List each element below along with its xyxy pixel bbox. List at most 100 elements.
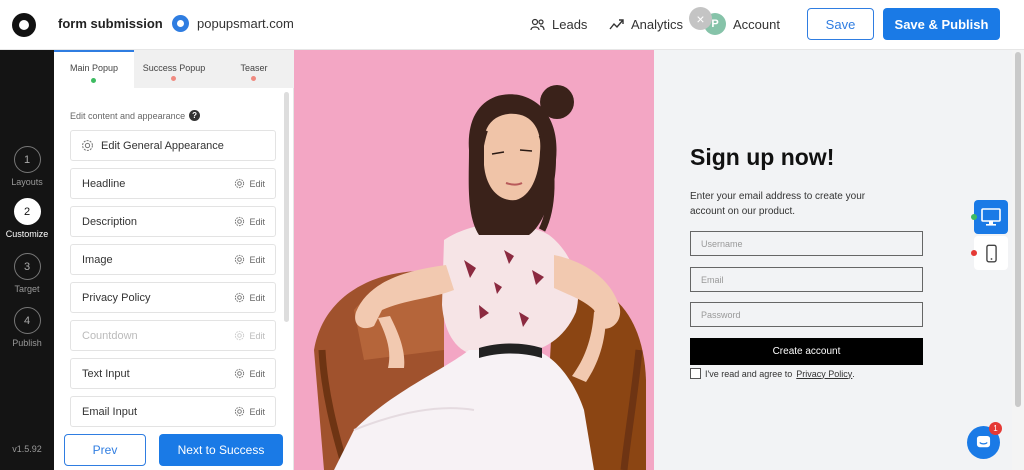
popup-name[interactable]: form submission <box>58 16 163 31</box>
website-name[interactable]: popupsmart.com <box>197 16 294 31</box>
popup-preview: Sign up now! Enter your email address to… <box>294 50 1012 470</box>
status-dot <box>91 78 96 83</box>
device-switcher <box>971 200 1008 270</box>
page-scrollbar[interactable] <box>1012 50 1024 470</box>
popup-description[interactable]: Enter your email address to create your … <box>690 189 890 219</box>
element-privacy-policy[interactable]: Privacy Policy Edit <box>70 282 276 313</box>
popupsmart-logo[interactable] <box>12 13 36 37</box>
tab-label: Main Popup <box>69 63 119 73</box>
edit-button[interactable]: Edit <box>234 216 265 227</box>
section-title-text: Edit content and appearance <box>70 110 186 121</box>
privacy-consent: I've read and agree to Privacy Policy. <box>690 368 855 379</box>
step-number: 2 <box>13 198 41 225</box>
edit-button[interactable]: Edit <box>234 406 265 417</box>
popup-headline[interactable]: Sign up now! <box>690 144 834 171</box>
edit-button[interactable]: Edit <box>234 178 265 189</box>
edit-button[interactable]: Edit <box>234 254 265 265</box>
gear-icon <box>235 330 245 341</box>
edit-label: Edit <box>249 406 265 417</box>
password-input[interactable]: Password <box>690 302 923 327</box>
prev-button[interactable]: Prev <box>64 434 146 466</box>
desktop-preview-button[interactable] <box>974 200 1008 234</box>
step-customize[interactable]: 2 Customize <box>0 198 54 239</box>
close-icon[interactable]: × <box>689 7 712 30</box>
desktop-icon <box>981 208 1001 226</box>
chat-widget-button[interactable]: 1 <box>967 422 1002 459</box>
element-image[interactable]: Image Edit <box>70 244 276 275</box>
step-label: Customize <box>5 229 49 239</box>
nav-analytics-label: Analytics <box>631 17 684 32</box>
save-and-publish-button[interactable]: Save & Publish <box>883 8 1000 40</box>
username-input[interactable]: Username <box>690 231 923 256</box>
nav-leads-label: Leads <box>552 17 588 32</box>
edit-button[interactable]: Edit <box>234 292 265 303</box>
item-label: Edit General Appearance <box>101 140 224 152</box>
create-account-button[interactable]: Create account <box>690 338 923 365</box>
help-icon[interactable]: ? <box>189 110 201 121</box>
gear-icon <box>235 368 245 379</box>
analytics-icon <box>609 19 624 30</box>
mobile-status-dot <box>971 250 977 256</box>
scrollbar-thumb[interactable] <box>1015 52 1021 407</box>
element-countdown[interactable]: Countdown Edit <box>70 320 276 351</box>
step-label: Target <box>14 284 40 294</box>
gear-icon <box>235 178 245 189</box>
element-text-input[interactable]: Text Input Edit <box>70 358 276 389</box>
step-label: Publish <box>12 338 42 348</box>
gear-icon <box>235 216 245 227</box>
item-label: Text Input <box>82 368 130 380</box>
nav-analytics[interactable]: Analytics <box>609 17 683 32</box>
tab-label: Success Popup <box>142 63 206 73</box>
woman-in-chair-illustration <box>294 50 654 470</box>
item-label: Email Input <box>82 406 138 418</box>
step-number: 4 <box>13 307 41 334</box>
edit-general-appearance-button[interactable]: Edit General Appearance <box>70 130 276 161</box>
step-layouts[interactable]: 1 Layouts <box>0 146 54 187</box>
privacy-policy-link[interactable]: Privacy Policy <box>796 369 852 379</box>
gear-icon <box>235 254 245 265</box>
notification-badge: 1 <box>989 422 1002 435</box>
tab-success-popup[interactable]: Success Popup <box>134 50 214 88</box>
step-target[interactable]: 3 Target <box>0 253 54 294</box>
step-rail: 1 Layouts 2 Customize 3 Target 4 Publish… <box>0 50 54 470</box>
item-label: Description <box>82 216 138 228</box>
edit-label: Edit <box>249 292 265 303</box>
popup-tabs: Main Popup Success Popup Teaser <box>54 50 294 88</box>
status-dot <box>171 76 176 81</box>
item-label: Image <box>82 254 113 266</box>
edit-label: Edit <box>249 368 265 379</box>
step-number: 1 <box>13 146 41 173</box>
popup-form: Sign up now! Enter your email address to… <box>654 50 1012 470</box>
version-label: v1.5.92 <box>12 444 42 454</box>
edit-label: Edit <box>249 330 265 341</box>
nav-leads[interactable]: Leads <box>530 17 587 32</box>
panel-scrollbar[interactable] <box>284 92 289 322</box>
consent-checkbox[interactable] <box>690 368 701 379</box>
gear-icon <box>235 292 245 303</box>
website-icon <box>172 15 189 32</box>
tab-main-popup[interactable]: Main Popup <box>54 50 134 88</box>
email-input[interactable]: Email <box>690 267 923 292</box>
edit-label: Edit <box>249 178 265 189</box>
editor-panel: Main Popup Success Popup Teaser Edit con… <box>54 50 294 470</box>
popup-image[interactable] <box>294 50 654 470</box>
leads-icon <box>530 18 545 31</box>
edit-button[interactable]: Edit <box>234 368 265 379</box>
nav-account[interactable]: P Account <box>704 13 780 35</box>
save-button[interactable]: Save <box>807 8 874 40</box>
element-description[interactable]: Description Edit <box>70 206 276 237</box>
item-label: Headline <box>82 178 126 190</box>
gear-icon <box>235 406 245 417</box>
element-headline[interactable]: Headline Edit <box>70 168 276 199</box>
top-bar: form submission popupsmart.com Leads Ana… <box>0 0 1024 50</box>
edit-button[interactable]: Edit <box>234 330 265 341</box>
tab-teaser[interactable]: Teaser <box>214 50 294 88</box>
section-title: Edit content and appearance ? <box>70 110 201 121</box>
step-publish[interactable]: 4 Publish <box>0 307 54 348</box>
mobile-preview-button[interactable] <box>974 236 1008 270</box>
step-label: Layouts <box>11 177 43 187</box>
next-to-success-button[interactable]: Next to Success <box>159 434 283 466</box>
element-email-input[interactable]: Email Input Edit <box>70 396 276 427</box>
nav-account-label: Account <box>733 16 780 32</box>
step-number: 3 <box>13 253 41 280</box>
